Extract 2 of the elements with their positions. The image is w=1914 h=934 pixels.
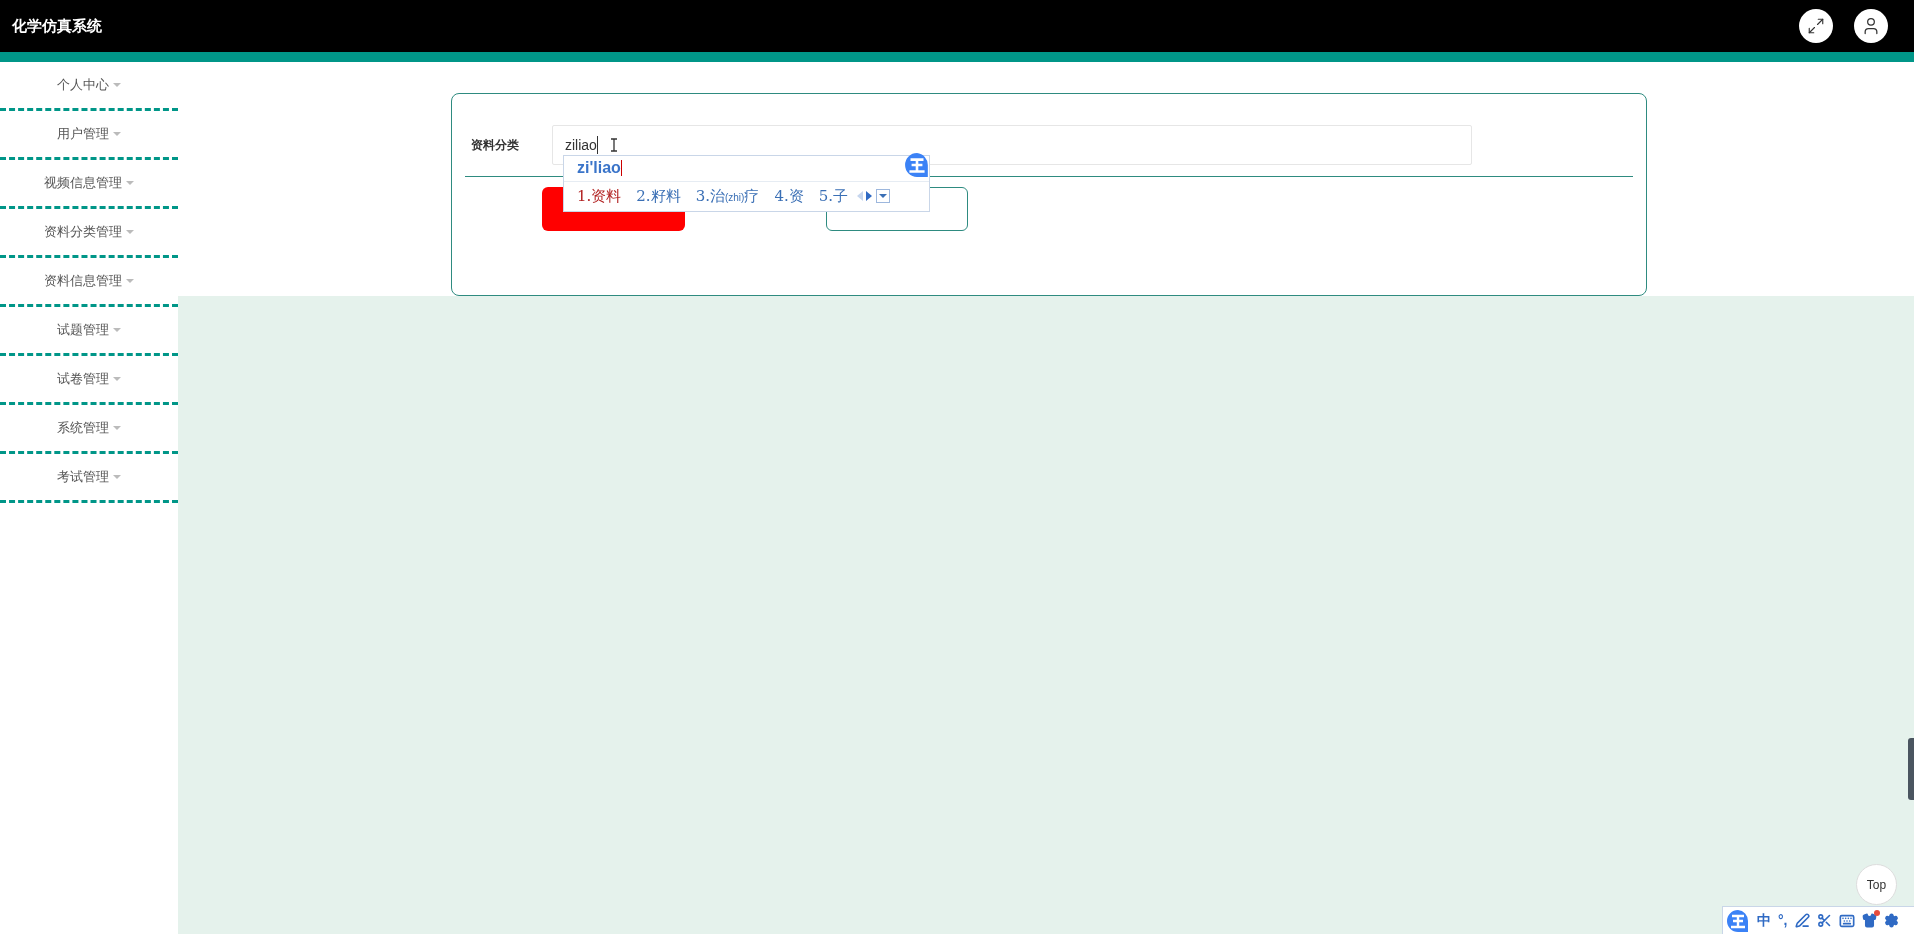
app-title: 化学仿真系统 (12, 15, 102, 36)
field-label: 资料分类 (471, 137, 520, 154)
